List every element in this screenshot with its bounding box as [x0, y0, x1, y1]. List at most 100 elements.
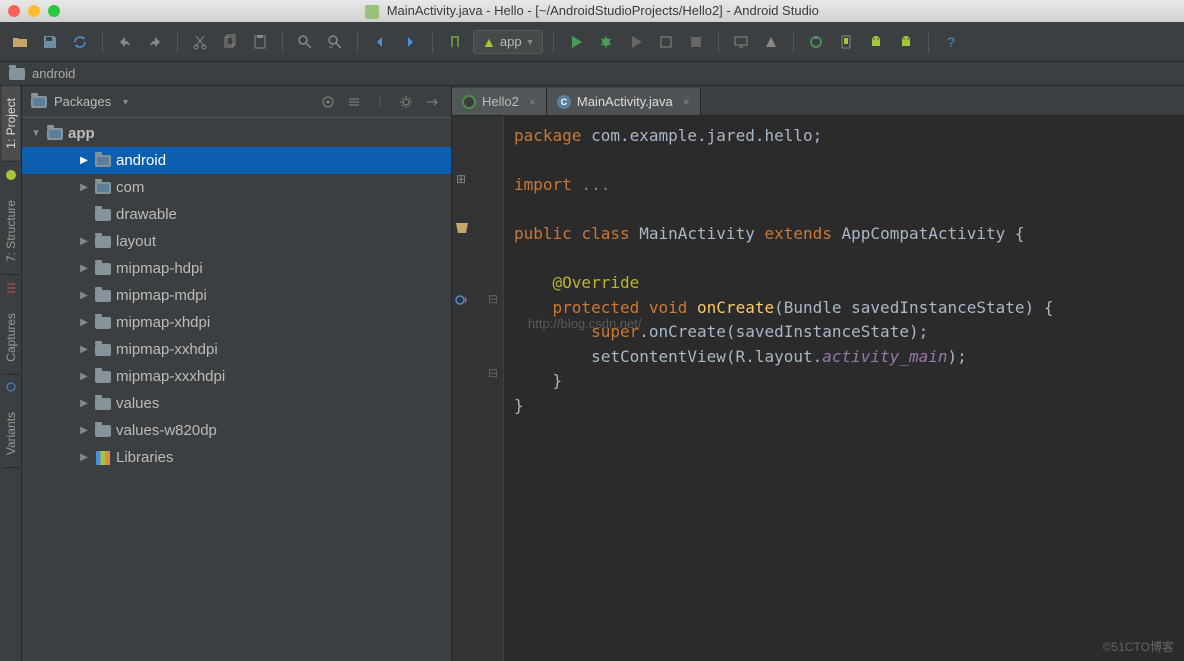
run-button[interactable] — [564, 30, 588, 54]
tree-item-mipmap-xxxhdpi[interactable]: ▶ mipmap-xxxhdpi — [22, 363, 451, 390]
fold-expand-icon[interactable]: ⊞ — [456, 172, 466, 186]
tree-item-mipmap-hdpi[interactable]: ▶mipmap-hdpi — [22, 255, 451, 282]
tree-item-Libraries[interactable]: ▶Libraries — [22, 444, 451, 471]
svg-text:?: ? — [947, 34, 955, 50]
paste-button[interactable] — [248, 30, 272, 54]
hide-panel-button[interactable] — [421, 91, 443, 113]
breadcrumb-item[interactable]: android — [32, 66, 75, 81]
sdk-manager-button[interactable] — [759, 30, 783, 54]
editor-tab-Hello2[interactable]: Hello2× — [452, 88, 547, 115]
scroll-from-source-button[interactable] — [317, 91, 339, 113]
fold-marker-icon[interactable]: ⊟ — [488, 292, 498, 306]
undo-button[interactable] — [113, 30, 137, 54]
close-tab-icon[interactable]: × — [529, 95, 536, 109]
expand-arrow-icon[interactable]: ▶ — [78, 182, 90, 193]
tree-item-drawable[interactable]: drawable — [22, 201, 451, 228]
sync-button[interactable] — [68, 30, 92, 54]
run-config-selector[interactable]: ▲ app ▼ — [473, 30, 543, 54]
editor-tabs: Hello2× C MainActivity.java × — [452, 86, 1184, 116]
tree-item-android[interactable]: ▶android — [22, 147, 451, 174]
tree-item-mipmap-xxhdpi[interactable]: ▶ mipmap-xxhdpi — [22, 336, 451, 363]
save-button[interactable] — [38, 30, 62, 54]
tree-item-mipmap-mdpi[interactable]: ▶mipmap-mdpi — [22, 282, 451, 309]
panel-title: Packages — [54, 94, 111, 109]
gutter-run-icon[interactable] — [454, 220, 470, 239]
forward-button[interactable] — [398, 30, 422, 54]
breadcrumb: android — [0, 62, 1184, 86]
tree-item-values-w820dp[interactable]: ▶values-w820dp — [22, 417, 451, 444]
make-project-button[interactable] — [443, 30, 467, 54]
window-controls — [8, 5, 60, 17]
cut-button[interactable] — [188, 30, 212, 54]
folder-icon — [94, 424, 112, 438]
tree-item-label: mipmap-xxhdpi — [116, 341, 218, 358]
tree-item-label: drawable — [116, 206, 177, 223]
tree-item-label: mipmap-xhdpi — [116, 314, 210, 331]
tab-structure[interactable]: 7: Structure — [2, 188, 20, 275]
java-icon: C — [557, 95, 571, 109]
package-icon — [94, 154, 112, 168]
expand-arrow-icon[interactable]: ▶ — [78, 317, 90, 328]
expand-arrow-icon[interactable]: ▶ — [78, 425, 90, 436]
tree-item-values[interactable]: ▶values — [22, 390, 451, 417]
tab-project[interactable]: 1: Project — [2, 86, 20, 162]
back-button[interactable] — [368, 30, 392, 54]
expand-arrow-icon[interactable]: ▶ — [78, 236, 90, 247]
open-button[interactable] — [8, 30, 32, 54]
code-editor[interactable]: package com.example.jared.hello; import … — [504, 116, 1184, 661]
help-button[interactable]: ? — [939, 30, 963, 54]
android-button-2[interactable] — [894, 30, 918, 54]
project-tree[interactable]: ▼ app ▶android▶comdrawable▶layout▶mipmap… — [22, 118, 451, 661]
expand-arrow-icon[interactable]: ▶ — [78, 344, 90, 355]
expand-arrow-icon[interactable]: ▶ — [78, 290, 90, 301]
expand-arrow-icon[interactable]: ▼ — [30, 128, 42, 139]
avd-manager-button[interactable] — [729, 30, 753, 54]
left-tool-tabs: 1: Project 7: Structure Captures Variant… — [0, 86, 22, 661]
folder-icon — [94, 262, 112, 276]
tab-variants[interactable]: Variants — [2, 400, 20, 468]
redo-button[interactable] — [143, 30, 167, 54]
folder-icon — [94, 208, 112, 222]
close-window-button[interactable] — [8, 5, 20, 17]
main-area: 1: Project 7: Structure Captures Variant… — [0, 86, 1184, 661]
expand-arrow-icon[interactable]: ▶ — [78, 263, 90, 274]
panel-settings-button[interactable] — [395, 91, 417, 113]
editor-tab-MainActivity-java[interactable]: C MainActivity.java × — [547, 88, 701, 115]
sync-gradle-button[interactable] — [804, 30, 828, 54]
minimize-window-button[interactable] — [28, 5, 40, 17]
tree-item-label: mipmap-xxxhdpi — [116, 368, 225, 385]
gradle-icon — [462, 95, 476, 109]
tab-captures[interactable]: Captures — [2, 301, 20, 375]
override-icon[interactable] — [454, 292, 470, 311]
attach-debugger-button[interactable] — [654, 30, 678, 54]
expand-arrow-icon[interactable]: ▶ — [78, 371, 90, 382]
tree-root-app[interactable]: ▼ app — [22, 120, 451, 147]
fold-end-icon[interactable]: ⊟ — [488, 366, 498, 380]
device-monitor-button[interactable] — [834, 30, 858, 54]
debug-button[interactable] — [594, 30, 618, 54]
zoom-window-button[interactable] — [48, 5, 60, 17]
folder-icon — [94, 397, 112, 411]
profile-button[interactable] — [624, 30, 648, 54]
collapse-all-button[interactable] — [343, 91, 365, 113]
find-button[interactable] — [293, 30, 317, 54]
tree-item-mipmap-xhdpi[interactable]: ▶ mipmap-xhdpi — [22, 309, 451, 336]
expand-arrow-icon[interactable]: ▶ — [78, 155, 90, 166]
project-panel: Packages ▼ ▼ app ▶android▶com drawable ▶la… — [22, 86, 452, 661]
tab-label: MainActivity.java — [577, 94, 673, 109]
expand-arrow-icon[interactable]: ▶ — [78, 398, 90, 409]
module-icon — [46, 127, 64, 141]
android-button-1[interactable] — [864, 30, 888, 54]
project-view-selector[interactable]: Packages ▼ — [30, 94, 311, 109]
folder-icon — [8, 67, 26, 81]
editor-gutter[interactable]: ⊞ ⊟ ⊟ — [452, 116, 504, 661]
replace-button[interactable] — [323, 30, 347, 54]
close-tab-icon[interactable]: × — [683, 95, 690, 109]
tree-item-com[interactable]: ▶com — [22, 174, 451, 201]
tree-item-layout[interactable]: ▶layout — [22, 228, 451, 255]
stop-button[interactable] — [684, 30, 708, 54]
project-panel-header: Packages ▼ — [22, 86, 451, 118]
android-icon — [4, 168, 18, 182]
copy-button[interactable] — [218, 30, 242, 54]
expand-arrow-icon[interactable]: ▶ — [78, 452, 90, 463]
